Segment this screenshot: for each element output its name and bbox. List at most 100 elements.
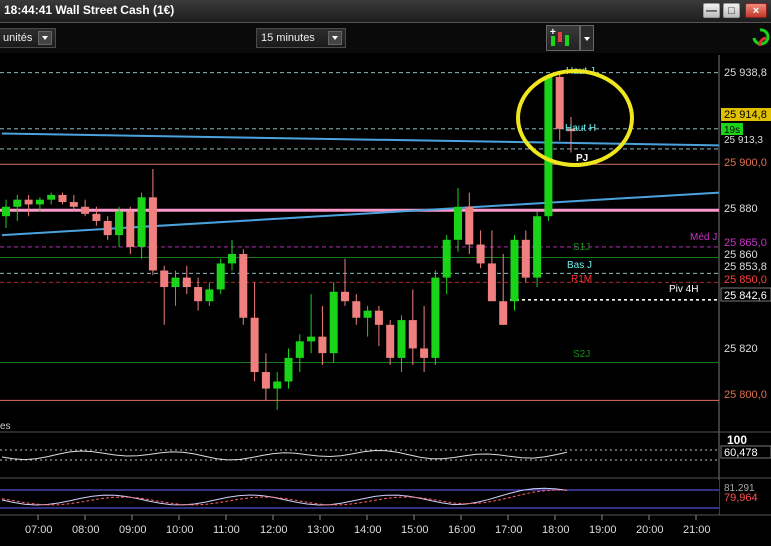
candle: [533, 216, 542, 278]
candle: [487, 263, 496, 302]
time-label: 07:00: [25, 524, 53, 536]
current-price-label: 25 914,8: [724, 109, 767, 121]
interval-label: 15 minutes: [261, 32, 315, 44]
candle: [397, 320, 406, 358]
time-label: 15:00: [401, 524, 429, 536]
bas-value-label: 25 853,8: [724, 261, 767, 273]
candle: [261, 372, 270, 389]
svg-text:+: +: [550, 27, 556, 38]
price-label: 25 900,0: [724, 157, 767, 169]
units-label: unités: [3, 32, 33, 44]
candle: [24, 199, 33, 205]
candle: [92, 213, 101, 221]
candle: [103, 220, 112, 236]
time-label: 18:00: [542, 524, 570, 536]
candle: [126, 211, 135, 247]
candle: [499, 301, 508, 325]
units-dropdown[interactable]: unités: [0, 28, 56, 48]
candle: [13, 199, 22, 207]
label-med-j: Méd J: [690, 232, 717, 243]
maximize-button[interactable]: □: [723, 3, 740, 18]
candle: [544, 76, 553, 217]
price-label: 25 880: [724, 203, 758, 215]
candle: [148, 197, 157, 271]
candle: [329, 291, 338, 354]
time-label: 16:00: [448, 524, 476, 536]
price-label: 25 820: [724, 343, 758, 355]
candle: [476, 244, 485, 264]
time-label: 11:00: [213, 524, 240, 536]
candle: [386, 324, 395, 358]
tools-menu-button[interactable]: [580, 25, 594, 51]
candle: [205, 289, 214, 302]
time-label: 21:00: [683, 524, 711, 536]
candle: [352, 301, 361, 318]
candle: [239, 253, 248, 318]
candle: [216, 263, 225, 290]
time-label: 13:00: [307, 524, 335, 536]
indicator-panel-2: 81,291 79,964: [0, 480, 771, 514]
chevron-down-icon: [584, 37, 590, 41]
candle: [35, 199, 44, 205]
time-label: 09:00: [119, 524, 147, 536]
candle: [137, 197, 146, 247]
candle: [318, 336, 327, 354]
candle: [431, 277, 440, 358]
close-button[interactable]: ×: [745, 3, 767, 18]
candle: [171, 277, 180, 288]
candle: [295, 341, 304, 358]
label-r1m: R1M: [571, 274, 592, 285]
candle: [307, 336, 316, 342]
time-label: 10:00: [166, 524, 194, 536]
chevron-down-icon: [38, 31, 52, 45]
time-label: 17:00: [495, 524, 523, 536]
r1m-value-label: 25 850,0: [724, 274, 767, 286]
chart-area[interactable]: Haut J Haut H PJ Méd J S1J Bas J R1M Piv…: [0, 55, 771, 541]
candle: [81, 206, 90, 214]
secondary-price-label: 25 913,3: [724, 135, 763, 146]
interval-dropdown[interactable]: 15 minutes: [256, 28, 346, 48]
candle: [420, 348, 429, 358]
chevron-down-icon: [328, 31, 342, 45]
candle: [47, 194, 56, 200]
candle: [115, 211, 123, 236]
time-label: 20:00: [636, 524, 664, 536]
window-title: 18:44:41 Wall Street Cash (1€): [4, 3, 175, 17]
candle: [408, 320, 417, 349]
piv4h-value-label: 25 842,6: [724, 290, 767, 302]
price-label: 25 938,8: [724, 67, 767, 79]
label-bas-j: Bas J: [567, 260, 592, 271]
time-label: 19:00: [589, 524, 617, 536]
refresh-button[interactable]: [750, 26, 770, 50]
candle: [284, 357, 293, 382]
candle: [454, 206, 462, 240]
label-haut-h: Haut H: [565, 123, 596, 134]
candle: [194, 287, 203, 302]
indicator-tools-button[interactable]: +: [546, 25, 580, 51]
candle: [374, 310, 383, 325]
chart-toolbar: unités 15 minutes +: [0, 23, 771, 53]
refresh-icon: [752, 28, 770, 47]
price-chart[interactable]: Haut J Haut H PJ Méd J S1J Bas J R1M Piv…: [0, 55, 771, 541]
candle: [521, 239, 530, 278]
label-piv-4h: Piv 4H: [669, 284, 698, 295]
candle: [363, 310, 372, 318]
ind1-top-label: 100: [727, 433, 747, 447]
candle: [442, 239, 451, 278]
candle: [228, 253, 236, 264]
time-label: 08:00: [72, 524, 100, 536]
time-label: 14:00: [354, 524, 382, 536]
candle: [69, 202, 78, 207]
candle: [341, 291, 349, 302]
indicator-label-clip: es: [0, 421, 11, 432]
ind1-value: 60,478: [724, 447, 758, 459]
candle: [2, 206, 10, 217]
title-bar: 18:44:41 Wall Street Cash (1€) — □ ×: [0, 0, 771, 23]
label-s1j: S1J: [573, 242, 590, 253]
candle: [160, 270, 169, 288]
candle: [182, 277, 191, 288]
price-label: 25 860: [724, 249, 758, 261]
minimize-button[interactable]: —: [703, 3, 720, 18]
candle: [465, 206, 474, 245]
candle: [250, 317, 259, 373]
